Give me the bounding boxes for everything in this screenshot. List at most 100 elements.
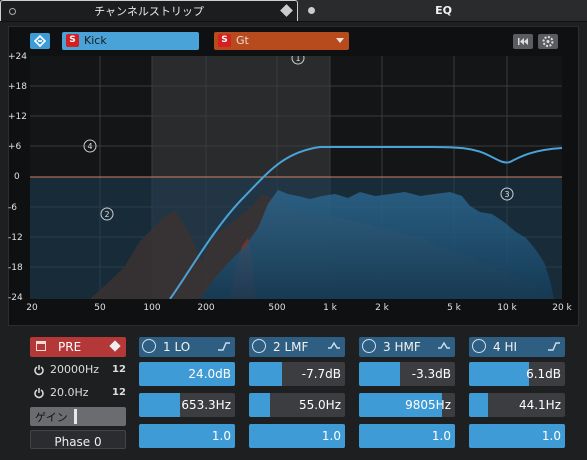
power-icon[interactable] (252, 339, 266, 353)
pre-section-header[interactable]: PRE (30, 337, 126, 357)
band-3-gain-field[interactable]: -3.3dB (359, 362, 455, 386)
eq-graph[interactable]: 1 2 3 4 (30, 56, 562, 299)
peak-icon[interactable] (437, 340, 451, 352)
band-4-q-value: 1.0 (541, 429, 561, 443)
svg-text:1: 1 (295, 56, 300, 63)
lowcut-freq[interactable]: 20000Hz (50, 363, 99, 376)
x-axis-label: 200 (197, 303, 215, 313)
x-axis-label: 20 k (552, 303, 572, 313)
band-3-q-field[interactable]: 1.0 (359, 424, 455, 448)
band-1-freq-value: 653.3Hz (181, 398, 231, 412)
power-icon[interactable] (33, 387, 45, 399)
band-1-q-value: 1.0 (211, 429, 231, 443)
power-icon[interactable] (472, 339, 486, 353)
kick-sidechain-selector[interactable]: S Kick (62, 32, 199, 50)
kick-label: Kick (84, 34, 107, 47)
band-3-freq-value: 9805Hz (405, 398, 451, 412)
svg-text:2: 2 (104, 210, 109, 219)
diamond-icon (280, 4, 293, 17)
band-3-freq-field[interactable]: 9805Hz (359, 393, 455, 417)
lowcut-row[interactable]: 20000Hz 12 (30, 361, 126, 379)
gain-handle[interactable] (74, 409, 77, 424)
highcut-freq[interactable]: 20.0Hz (50, 386, 89, 399)
bypass-icon (33, 34, 47, 48)
gain-fill (469, 362, 530, 386)
x-axis-label: 5 k (447, 303, 461, 313)
x-axis-label: 20 (26, 303, 38, 313)
y-axis-label: -6 (8, 203, 17, 213)
tab-channel-strip[interactable]: チャンネルストリップ (0, 0, 298, 21)
gt-label: Gt (236, 34, 249, 47)
pre-filter-icon (36, 341, 46, 351)
x-axis-label: 1 k (323, 303, 337, 313)
gain-slider[interactable]: ゲイン (30, 407, 126, 426)
band-3-gain-value: -3.3dB (411, 367, 451, 381)
tab-channel-strip-label: チャンネルストリップ (94, 5, 204, 18)
peak-icon[interactable] (327, 340, 341, 352)
band-4-label: 4 HI (493, 340, 518, 354)
diamond-icon (109, 340, 121, 352)
high-shelf-icon[interactable] (547, 340, 561, 352)
x-axis-label: 500 (268, 303, 286, 313)
y-axis-label: -24 (8, 293, 23, 303)
chevron-down-icon (336, 38, 344, 43)
x-axis-label: 100 (143, 303, 161, 313)
phase-label: Phase 0 (54, 435, 102, 449)
high-shelf-icon[interactable] (217, 340, 231, 352)
band-2-freq-value: 55.0Hz (298, 398, 341, 412)
y-axis-label: -12 (8, 233, 23, 243)
circle-icon (9, 8, 16, 15)
gear-icon (542, 36, 554, 47)
y-axis-label: +6 (8, 142, 22, 152)
gain-fill (249, 362, 282, 386)
gt-sidechain-selector[interactable]: S Gt (214, 32, 349, 50)
power-icon[interactable] (33, 364, 45, 376)
band-2-header[interactable]: 2 LMF (249, 337, 345, 357)
band-3-header[interactable]: 3 HMF (359, 337, 455, 357)
band-1-q-field[interactable]: 1.0 (139, 424, 235, 448)
tab-eq[interactable]: EQ (300, 0, 587, 21)
bypass-button[interactable] (30, 33, 50, 49)
band-1-header[interactable]: 1 LO (139, 337, 235, 357)
freq-fill (139, 393, 181, 417)
y-axis-label: 0 (14, 172, 20, 182)
band-4-gain-field[interactable]: 6.1dB (469, 362, 565, 386)
slope-icon[interactable]: 12 (112, 364, 126, 375)
band-1-label: 1 LO (163, 340, 191, 354)
band-2-gain-value: -7.7dB (301, 367, 341, 381)
y-axis-label: +18 (8, 82, 27, 92)
dot-icon (308, 7, 315, 14)
y-axis-label: +24 (8, 52, 27, 62)
gain-fill (359, 362, 401, 386)
band-4-freq-field[interactable]: 44.1Hz (469, 393, 565, 417)
band-2-label: 2 LMF (273, 340, 309, 354)
band-4-q-field[interactable]: 1.0 (469, 424, 565, 448)
slope-icon[interactable]: 12 (112, 387, 126, 398)
svg-text:4: 4 (87, 142, 92, 151)
band-4-header[interactable]: 4 HI (469, 337, 565, 357)
band-2-freq-field[interactable]: 55.0Hz (249, 393, 345, 417)
tab-bar: チャンネルストリップ EQ (0, 0, 587, 22)
y-axis-label: +12 (8, 112, 27, 122)
skip-back-icon (518, 38, 528, 45)
band-1-gain-field[interactable]: 24.0dB (139, 362, 235, 386)
power-icon[interactable] (142, 339, 156, 353)
phase-button[interactable]: Phase 0 (30, 430, 126, 449)
power-icon[interactable] (362, 339, 376, 353)
band-2-gain-field[interactable]: -7.7dB (249, 362, 345, 386)
pre-label: PRE (58, 340, 82, 354)
band-4-freq-value: 44.1Hz (518, 398, 561, 412)
x-axis-label: 2 k (375, 303, 389, 313)
band-1-gain-value: 24.0dB (188, 367, 231, 381)
reset-button[interactable] (513, 34, 533, 49)
solo-badge: S (66, 34, 79, 47)
band-3-q-value: 1.0 (431, 429, 451, 443)
band-1-freq-field[interactable]: 653.3Hz (139, 393, 235, 417)
settings-button[interactable] (538, 34, 558, 49)
band-2-q-field[interactable]: 1.0 (249, 424, 345, 448)
solo-badge: S (218, 34, 231, 47)
y-axis-label: -18 (8, 263, 23, 273)
tab-eq-label: EQ (435, 4, 452, 17)
freq-fill (249, 393, 271, 417)
highcut-row[interactable]: 20.0Hz 12 (30, 384, 126, 402)
